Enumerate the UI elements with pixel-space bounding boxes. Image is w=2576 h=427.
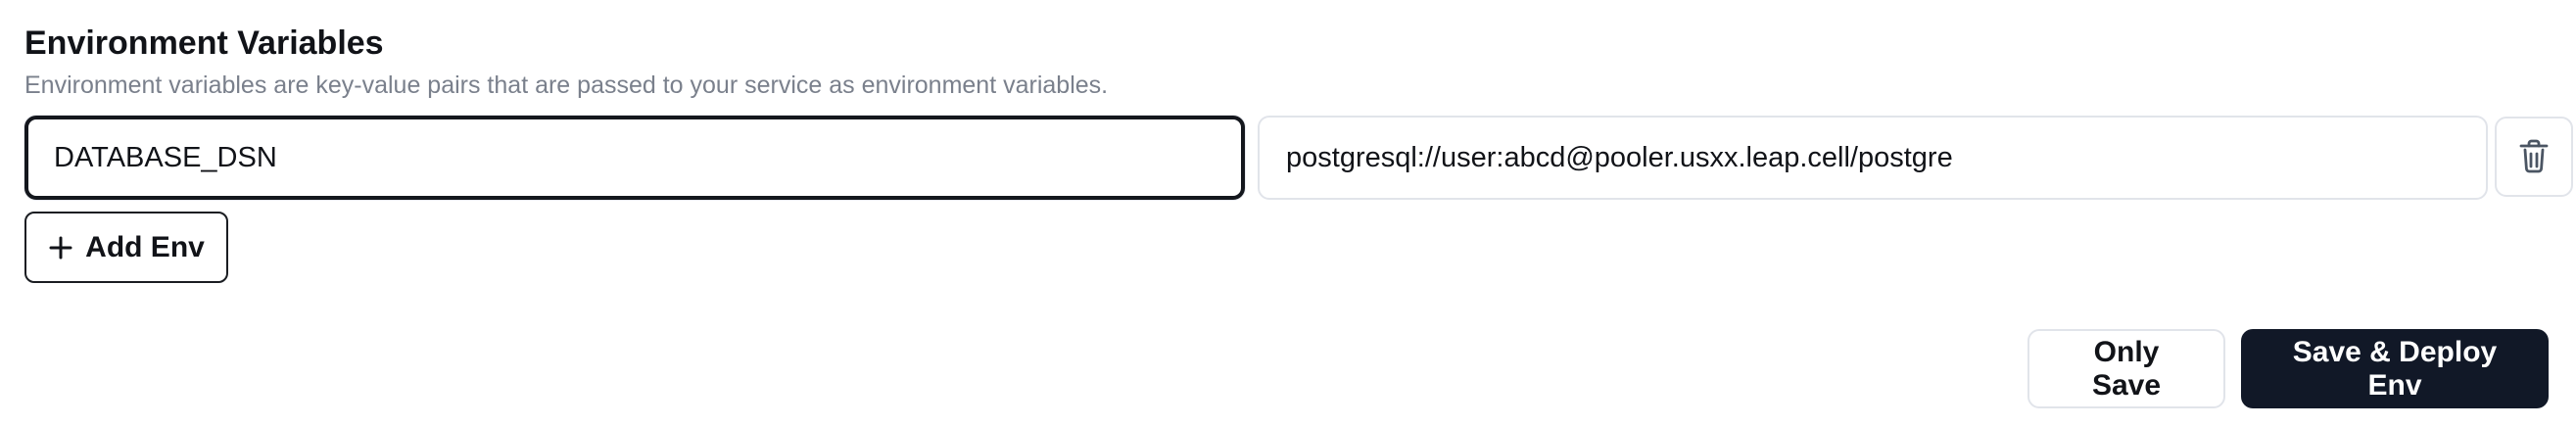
environment-variables-section: Environment Variables Environment variab… bbox=[0, 0, 2576, 427]
section-description: Environment variables are key-value pair… bbox=[24, 71, 1109, 99]
env-actions: Only Save Save & Deploy Env bbox=[2027, 329, 2549, 408]
delete-env-button[interactable] bbox=[2495, 117, 2573, 197]
env-variable-row bbox=[24, 116, 2573, 200]
env-value-input[interactable] bbox=[1258, 116, 2488, 200]
env-key-input[interactable] bbox=[24, 116, 1245, 200]
only-save-button[interactable]: Only Save bbox=[2027, 329, 2225, 408]
add-env-label: Add Env bbox=[85, 230, 205, 263]
trash-icon bbox=[2517, 138, 2551, 175]
add-env-button[interactable]: Add Env bbox=[24, 212, 228, 283]
plus-icon bbox=[48, 235, 73, 261]
save-deploy-env-button[interactable]: Save & Deploy Env bbox=[2241, 329, 2549, 408]
section-title: Environment Variables bbox=[24, 24, 384, 62]
